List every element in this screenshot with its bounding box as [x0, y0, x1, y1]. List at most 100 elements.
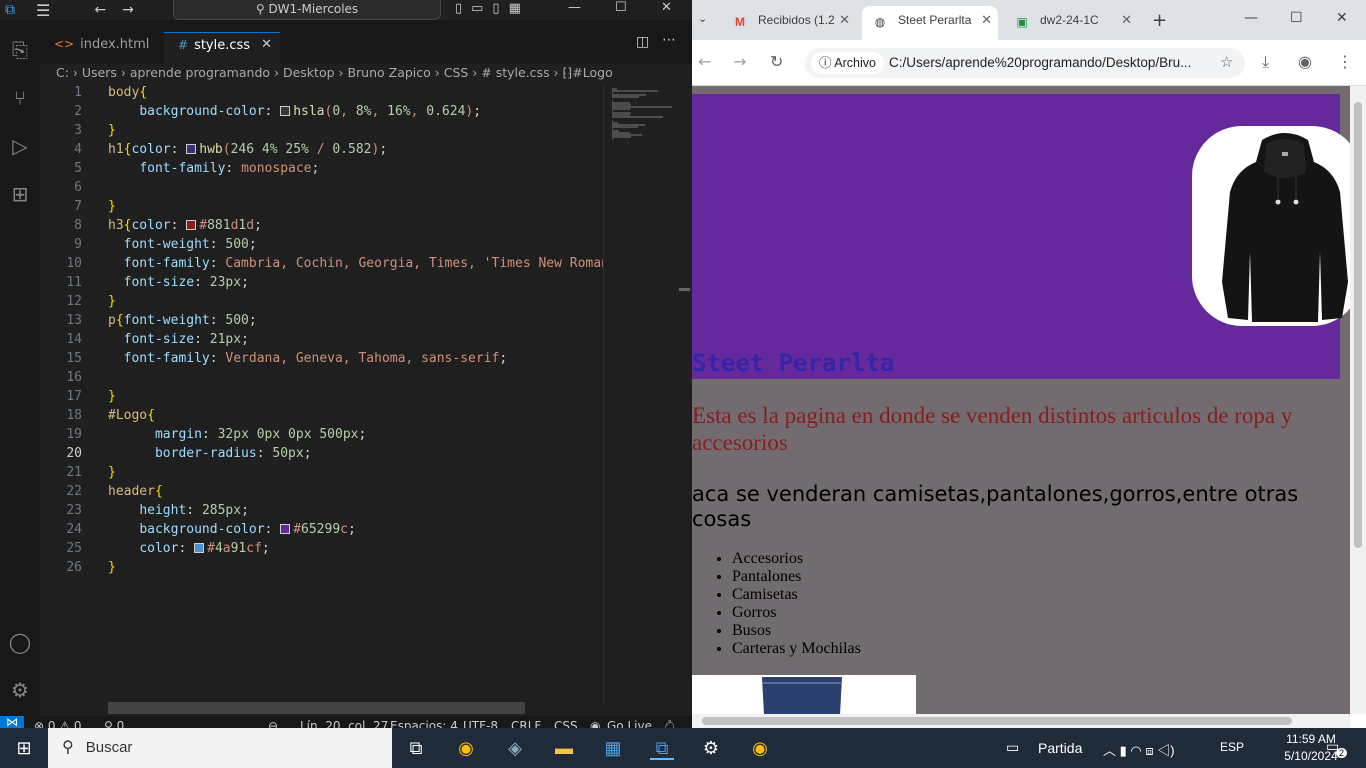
chrome-tab-steet[interactable]: ◍ Steet Perarlta ✕	[862, 6, 998, 40]
code-line[interactable]: background-color: #65299c;	[108, 522, 356, 537]
language-indicator[interactable]: ESP	[1220, 740, 1244, 754]
notifications-bell-icon[interactable]: 🔔︎	[662, 716, 677, 728]
close-tab-icon[interactable]: ✕	[981, 6, 992, 34]
ports-status[interactable]: ⚲ 0	[104, 716, 124, 728]
explorer-icon[interactable]: ⎘	[4, 34, 36, 66]
code-line[interactable]: p{font-weight: 500;	[108, 313, 257, 328]
download-icon[interactable]: ⤓	[1262, 52, 1269, 72]
code-line[interactable]: body{	[108, 85, 147, 100]
color-swatch[interactable]	[280, 106, 291, 116]
indentation[interactable]: Espacios: 4	[390, 716, 458, 728]
extensions-icon[interactable]: ⊞	[4, 178, 36, 210]
windows-start-icon[interactable]: ⊞	[12, 736, 36, 760]
control-panel-icon[interactable]: ▦	[601, 736, 625, 760]
code-line[interactable]: margin: 32px 0px 0px 500px;	[108, 427, 366, 442]
go-live-button[interactable]: Go Live	[607, 716, 652, 728]
scroll-thumb[interactable]	[679, 288, 690, 291]
app-icon[interactable]: ◈	[503, 736, 527, 760]
color-swatch[interactable]	[186, 144, 197, 154]
go-live-icon[interactable]: ◉	[590, 716, 600, 728]
maximize-icon[interactable]: ☐	[1290, 10, 1303, 26]
vscode-taskbar-icon[interactable]: ⧉	[650, 736, 674, 760]
eol[interactable]: CRLF	[511, 716, 541, 728]
zoom-icon[interactable]: ⊖	[268, 716, 278, 728]
task-view-icon[interactable]: ⧉	[404, 736, 428, 760]
code-line[interactable]: font-size: 21px;	[108, 332, 249, 347]
back-arrow-icon[interactable]: ←	[698, 52, 711, 71]
color-swatch[interactable]	[186, 220, 197, 230]
code-line[interactable]: h1{color: hwb(246 4% 25% / 0.582);	[108, 142, 387, 157]
new-tab-icon[interactable]: +	[1152, 10, 1167, 31]
code-line[interactable]: }	[108, 465, 116, 480]
maximize-icon[interactable]: ☐	[615, 0, 627, 15]
code-line[interactable]: height: 285px;	[108, 503, 249, 518]
back-arrow-icon[interactable]: ←	[94, 2, 122, 18]
minimap[interactable]	[603, 84, 676, 704]
weather-label[interactable]: Partida	[1038, 740, 1082, 756]
code-line[interactable]: font-weight: 500;	[108, 237, 257, 252]
close-tab-icon[interactable]: ✕	[839, 6, 850, 34]
code-line[interactable]: font-family: Verdana, Geneva, Tahoma, sa…	[108, 351, 508, 366]
problems-status[interactable]: ⊗ 0 ⚠ 0	[34, 716, 82, 728]
language-mode[interactable]: CSS	[554, 716, 578, 728]
site-info-chip[interactable]: ⓘ Archivo	[811, 52, 884, 74]
cursor-position[interactable]: Lín. 20, col. 27	[300, 716, 388, 728]
url-text[interactable]: C:/Users/aprende%20programando/Desktop/B…	[889, 48, 1191, 78]
code-line[interactable]: #Logo{	[108, 408, 155, 423]
code-line[interactable]: }	[108, 123, 116, 138]
remote-icon[interactable]: ⋈	[0, 716, 24, 728]
code-line[interactable]: border-radius: 50px;	[108, 446, 312, 461]
nav-arrows[interactable]: ←→	[94, 2, 149, 18]
taskbar-search[interactable]: ⚲ Buscar	[48, 728, 392, 768]
code-line[interactable]: font-size: 23px;	[108, 275, 249, 290]
color-swatch[interactable]	[280, 524, 291, 534]
command-center-search[interactable]: ⚲ DW1-Miercoles	[173, 0, 441, 20]
scroll-thumb[interactable]	[1354, 102, 1362, 548]
chrome-taskbar-icon[interactable]: ◉	[454, 736, 478, 760]
encoding[interactable]: UTF-8	[463, 716, 498, 728]
tab-style-css[interactable]: # style.css ✕	[164, 32, 280, 64]
code-line[interactable]: }	[108, 560, 116, 575]
color-swatch[interactable]	[194, 543, 205, 553]
page-vertical-scrollbar[interactable]	[1350, 86, 1366, 714]
close-icon[interactable]: ✕	[661, 0, 672, 15]
forward-arrow-icon[interactable]: →	[122, 2, 150, 18]
code-line[interactable]: }	[108, 294, 116, 309]
layout-toggles[interactable]: ▯▭▯▦	[455, 1, 530, 16]
tab-index-html[interactable]: <> index.html	[40, 32, 164, 64]
chrome-profile-taskbar-icon[interactable]: ◉	[748, 736, 772, 760]
bookmark-star-icon[interactable]: ☆	[1220, 48, 1233, 78]
code-line[interactable]: font-family: Cambria, Cochin, Georgia, T…	[108, 256, 609, 271]
run-debug-icon[interactable]: ▷	[4, 130, 36, 162]
minimize-icon[interactable]: —	[1244, 10, 1258, 26]
file-explorer-icon[interactable]: ▬	[552, 736, 576, 760]
settings-gear-icon[interactable]: ⚙	[699, 736, 723, 760]
forward-arrow-icon[interactable]: →	[733, 52, 746, 71]
tab-search-chevron-icon[interactable]: ⌄	[698, 12, 707, 25]
code-line[interactable]: header{	[108, 484, 163, 499]
source-control-icon[interactable]: ⑂	[4, 82, 36, 114]
breadcrumb[interactable]: C: › Users › aprende programando › Deskt…	[40, 64, 692, 84]
settings-gear-icon[interactable]: ⚙	[4, 674, 36, 706]
close-tab-icon[interactable]: ✕	[261, 33, 272, 57]
more-actions-icon[interactable]: ⋯	[662, 32, 676, 48]
address-bar[interactable]: ⓘ Archivo C:/Users/aprende%20programando…	[805, 48, 1245, 78]
weather-icon[interactable]: ▭	[1006, 739, 1019, 756]
editor-vertical-scrollbar[interactable]	[676, 84, 690, 704]
tray-icons[interactable]: ︿ ▮ ◠ ⧈ ◁)	[1103, 740, 1175, 759]
code-line[interactable]: h3{color: #881d1d;	[108, 218, 262, 233]
reload-icon[interactable]: ↻	[770, 52, 783, 71]
code-editor[interactable]: 1 body{2 background-color: hsla(0, 8%, 16…	[40, 84, 676, 704]
code-line[interactable]: }	[108, 389, 116, 404]
code-line[interactable]: color: #4a91cf;	[108, 541, 269, 556]
code-line[interactable]: }	[108, 199, 116, 214]
chrome-menu-icon[interactable]: ⋮	[1337, 52, 1353, 71]
code-line[interactable]: background-color: hsla(0, 8%, 16%, 0.624…	[108, 104, 481, 119]
profile-incognito-icon[interactable]: ◉	[1298, 52, 1312, 71]
code-line[interactable]: font-family: monospace;	[108, 161, 319, 176]
editor-horizontal-scrollbar[interactable]	[108, 702, 525, 714]
chrome-tab-gmail[interactable]: M Recibidos (1.2 ✕	[722, 6, 856, 40]
hamburger-menu-icon[interactable]: ☰	[36, 1, 50, 20]
chrome-tab-classroom[interactable]: ▣ dw2-24-1C ✕	[1004, 6, 1138, 40]
account-icon[interactable]: ◯	[4, 626, 36, 658]
